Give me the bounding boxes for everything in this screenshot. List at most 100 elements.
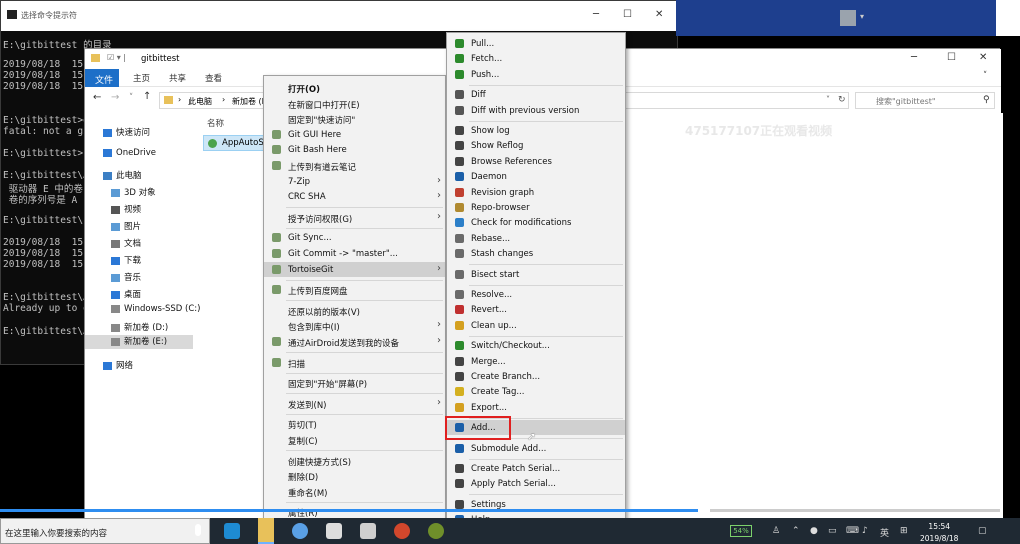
menu-item[interactable]: Stash changes xyxy=(447,246,625,261)
video-progress-track[interactable] xyxy=(710,509,1000,512)
menu-item[interactable]: CRC SHA › xyxy=(264,189,445,204)
chevron-down-icon[interactable]: ˅ xyxy=(129,93,133,103)
nav-item[interactable]: 新加卷 (E:) xyxy=(85,335,193,349)
nav-item[interactable]: 音乐 xyxy=(111,271,141,283)
menu-item[interactable]: Resolve... xyxy=(447,287,625,302)
menu-item[interactable]: 通过AirDroid发送到我的设备 › xyxy=(264,334,445,349)
menu-item[interactable]: Revert... xyxy=(447,302,625,317)
menu-item[interactable]: Git GUI Here xyxy=(264,127,445,142)
menu-item[interactable]: 创建快捷方式(S) xyxy=(264,453,445,468)
close-icon[interactable]: ✕ xyxy=(655,9,663,20)
back-icon[interactable]: ← xyxy=(93,92,101,103)
menu-item[interactable]: Diff xyxy=(447,87,625,102)
chevron-down-icon[interactable]: ˅ xyxy=(826,95,830,104)
person-icon[interactable]: ♙ xyxy=(772,526,780,536)
menu-item[interactable]: 上传到有道云笔记 xyxy=(264,158,445,173)
menu-item[interactable]: Create Patch Serial... xyxy=(447,461,625,476)
menu-item[interactable]: Git Commit -> "master"... xyxy=(264,246,445,261)
tab-view[interactable]: 查看 xyxy=(205,72,222,84)
nav-item[interactable]: Windows-SSD (C:) xyxy=(111,304,200,314)
menu-item[interactable]: Fetch... xyxy=(447,51,625,66)
tab-home[interactable]: 主页 xyxy=(133,72,150,84)
store-icon[interactable] xyxy=(326,523,342,539)
menu-item[interactable]: Create Tag... xyxy=(447,384,625,399)
grid-icon[interactable]: ⊞ xyxy=(900,526,908,536)
ime-indicator[interactable]: 英 xyxy=(880,526,889,539)
nav-item[interactable]: OneDrive xyxy=(103,148,156,158)
app-icon[interactable] xyxy=(428,523,444,539)
nav-item[interactable]: 文档 xyxy=(111,237,141,249)
chevron-down-icon[interactable]: ▾ xyxy=(860,12,864,21)
tab-file[interactable]: 文件 xyxy=(85,69,119,87)
menu-item[interactable]: Git Sync... xyxy=(264,230,445,245)
nav-item[interactable]: 3D 对象 xyxy=(111,186,156,198)
menu-item[interactable]: 上传到百度网盘 xyxy=(264,282,445,297)
search-input[interactable]: 搜索"gitbittest" xyxy=(855,92,995,109)
keyboard-icon[interactable]: ⌨ xyxy=(846,526,859,536)
menu-item[interactable]: 包含到库中(I) › xyxy=(264,318,445,333)
menu-item[interactable]: 剪切(T) xyxy=(264,416,445,431)
nav-item[interactable]: 视频 xyxy=(111,203,141,215)
up-arrow-icon[interactable]: ⌃ xyxy=(792,526,800,536)
quick-access-toolbar-icon[interactable]: ☑ ▾ | xyxy=(107,53,126,62)
forward-icon[interactable]: → xyxy=(111,92,119,103)
menu-item[interactable]: TortoiseGit › xyxy=(264,261,445,277)
nav-item[interactable]: 图片 xyxy=(111,220,141,232)
menu-item[interactable]: Browse References xyxy=(447,154,625,169)
edge-icon[interactable] xyxy=(224,523,240,539)
menu-item[interactable]: Revision graph xyxy=(447,185,625,200)
clock[interactable]: 15:54 2019/8/18 xyxy=(920,521,958,544)
nav-item[interactable]: 快速访问 xyxy=(103,126,150,138)
tab-share[interactable]: 共享 xyxy=(169,72,186,84)
menu-item[interactable]: Diff with previous version xyxy=(447,103,625,118)
menu-item[interactable]: Export... xyxy=(447,400,625,415)
menu-item[interactable]: Rebase... xyxy=(447,231,625,246)
maximize-icon[interactable]: ☐ xyxy=(623,9,632,20)
up-icon[interactable]: ↑ xyxy=(143,91,151,102)
cmd-titlebar[interactable]: 选择命令提示符 ─ ☐ ✕ xyxy=(1,1,679,31)
notification-icon[interactable]: ▢ xyxy=(978,526,987,536)
menu-item[interactable]: Daemon xyxy=(447,169,625,184)
menu-item[interactable]: 打开(O) xyxy=(264,80,445,95)
menu-item[interactable]: Clean up... xyxy=(447,318,625,333)
menu-item[interactable]: 还原以前的版本(V) xyxy=(264,303,445,318)
menu-item[interactable]: Repo-browser xyxy=(447,200,625,215)
battery-indicator[interactable]: 54% xyxy=(730,525,752,537)
avatar[interactable] xyxy=(840,10,856,26)
volume-icon[interactable]: ♪ xyxy=(862,526,868,536)
clock-app-icon[interactable] xyxy=(292,523,308,539)
file-item[interactable]: AppAutoS xyxy=(203,135,269,151)
powerpoint-icon[interactable] xyxy=(394,523,410,539)
menu-item[interactable]: Show log xyxy=(447,123,625,138)
menu-item[interactable]: Create Branch... xyxy=(447,369,625,384)
menu-item[interactable]: Show Reflog xyxy=(447,138,625,153)
menu-item[interactable]: Git Bash Here xyxy=(264,142,445,157)
ribbon-expand-icon[interactable]: ˅ xyxy=(983,71,987,81)
menu-item[interactable]: 删除(D) xyxy=(264,468,445,483)
app-tray-icon[interactable]: ● xyxy=(810,526,818,536)
nav-item[interactable]: 网络 xyxy=(103,359,133,371)
menu-item[interactable]: 固定到"开始"屏幕(P) xyxy=(264,375,445,390)
menu-item[interactable]: Pull... xyxy=(447,36,625,51)
minimize-icon[interactable]: ─ xyxy=(593,9,599,20)
breadcrumb-item[interactable]: 此电脑 xyxy=(188,96,212,107)
nav-item[interactable]: 下载 xyxy=(111,254,141,266)
search-icon[interactable]: ⚲ xyxy=(983,95,990,105)
file-explorer-icon[interactable] xyxy=(258,518,274,544)
menu-item[interactable]: 发送到(N) › xyxy=(264,396,445,411)
nav-item[interactable]: 此电脑 xyxy=(103,169,142,181)
menu-item[interactable]: 授予访问权限(G) › xyxy=(264,210,445,225)
menu-item[interactable]: Apply Patch Serial... xyxy=(447,476,625,491)
column-name[interactable]: 名称 xyxy=(207,117,224,129)
menu-item[interactable]: 固定到"快速访问" xyxy=(264,111,445,126)
video-progress-bar[interactable] xyxy=(0,509,698,512)
menu-item[interactable]: 7-Zip › xyxy=(264,174,445,189)
menu-item[interactable]: 在新窗口中打开(E) xyxy=(264,96,445,111)
mail-icon[interactable] xyxy=(360,523,376,539)
close-icon[interactable]: ✕ xyxy=(979,52,987,63)
maximize-icon[interactable]: ☐ xyxy=(947,52,956,63)
menu-item[interactable]: Bisect start xyxy=(447,267,625,282)
refresh-icon[interactable]: ↻ xyxy=(838,95,846,105)
menu-item[interactable]: Push... xyxy=(447,67,625,82)
nav-item[interactable]: 桌面 xyxy=(111,288,141,300)
